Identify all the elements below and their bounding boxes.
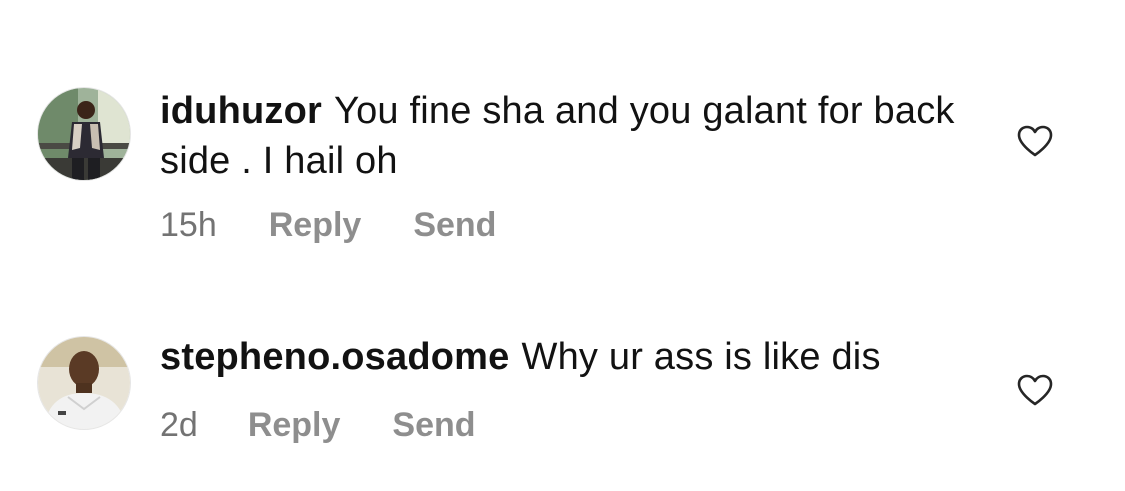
heart-outline-icon[interactable] [1016, 373, 1054, 407]
reply-button[interactable]: Reply [269, 206, 362, 245]
comment-timestamp: 15h [160, 206, 217, 244]
comment-item: stepheno.osadome Why ur ass is like dis 2… [0, 330, 1125, 460]
comment-text-block: iduhuzor You fine sha and you galant for … [160, 86, 980, 186]
comment-body: iduhuzor You fine sha and you galant for … [160, 86, 980, 186]
comment-meta: 2d Reply Send [160, 406, 476, 445]
avatar[interactable] [37, 87, 131, 181]
heart-outline-icon[interactable] [1016, 124, 1054, 158]
comment-body: stepheno.osadome Why ur ass is like dis [160, 332, 980, 382]
avatar-photo [38, 88, 130, 180]
comment-meta: 15h Reply Send [160, 206, 496, 245]
comments-list: iduhuzor You fine sha and you galant for … [0, 0, 1125, 491]
comment-item: iduhuzor You fine sha and you galant for … [0, 80, 1125, 250]
avatar-photo [38, 337, 130, 429]
comment-username[interactable]: stepheno.osadome [160, 336, 510, 378]
comment-text-block: stepheno.osadome Why ur ass is like dis [160, 332, 980, 382]
reply-button[interactable]: Reply [248, 406, 341, 445]
send-button[interactable]: Send [413, 206, 496, 245]
comment-timestamp: 2d [160, 406, 198, 444]
avatar[interactable] [37, 336, 131, 430]
comment-text: Why ur ass is like dis [521, 336, 881, 378]
send-button[interactable]: Send [392, 406, 475, 445]
comment-username[interactable]: iduhuzor [160, 90, 322, 132]
